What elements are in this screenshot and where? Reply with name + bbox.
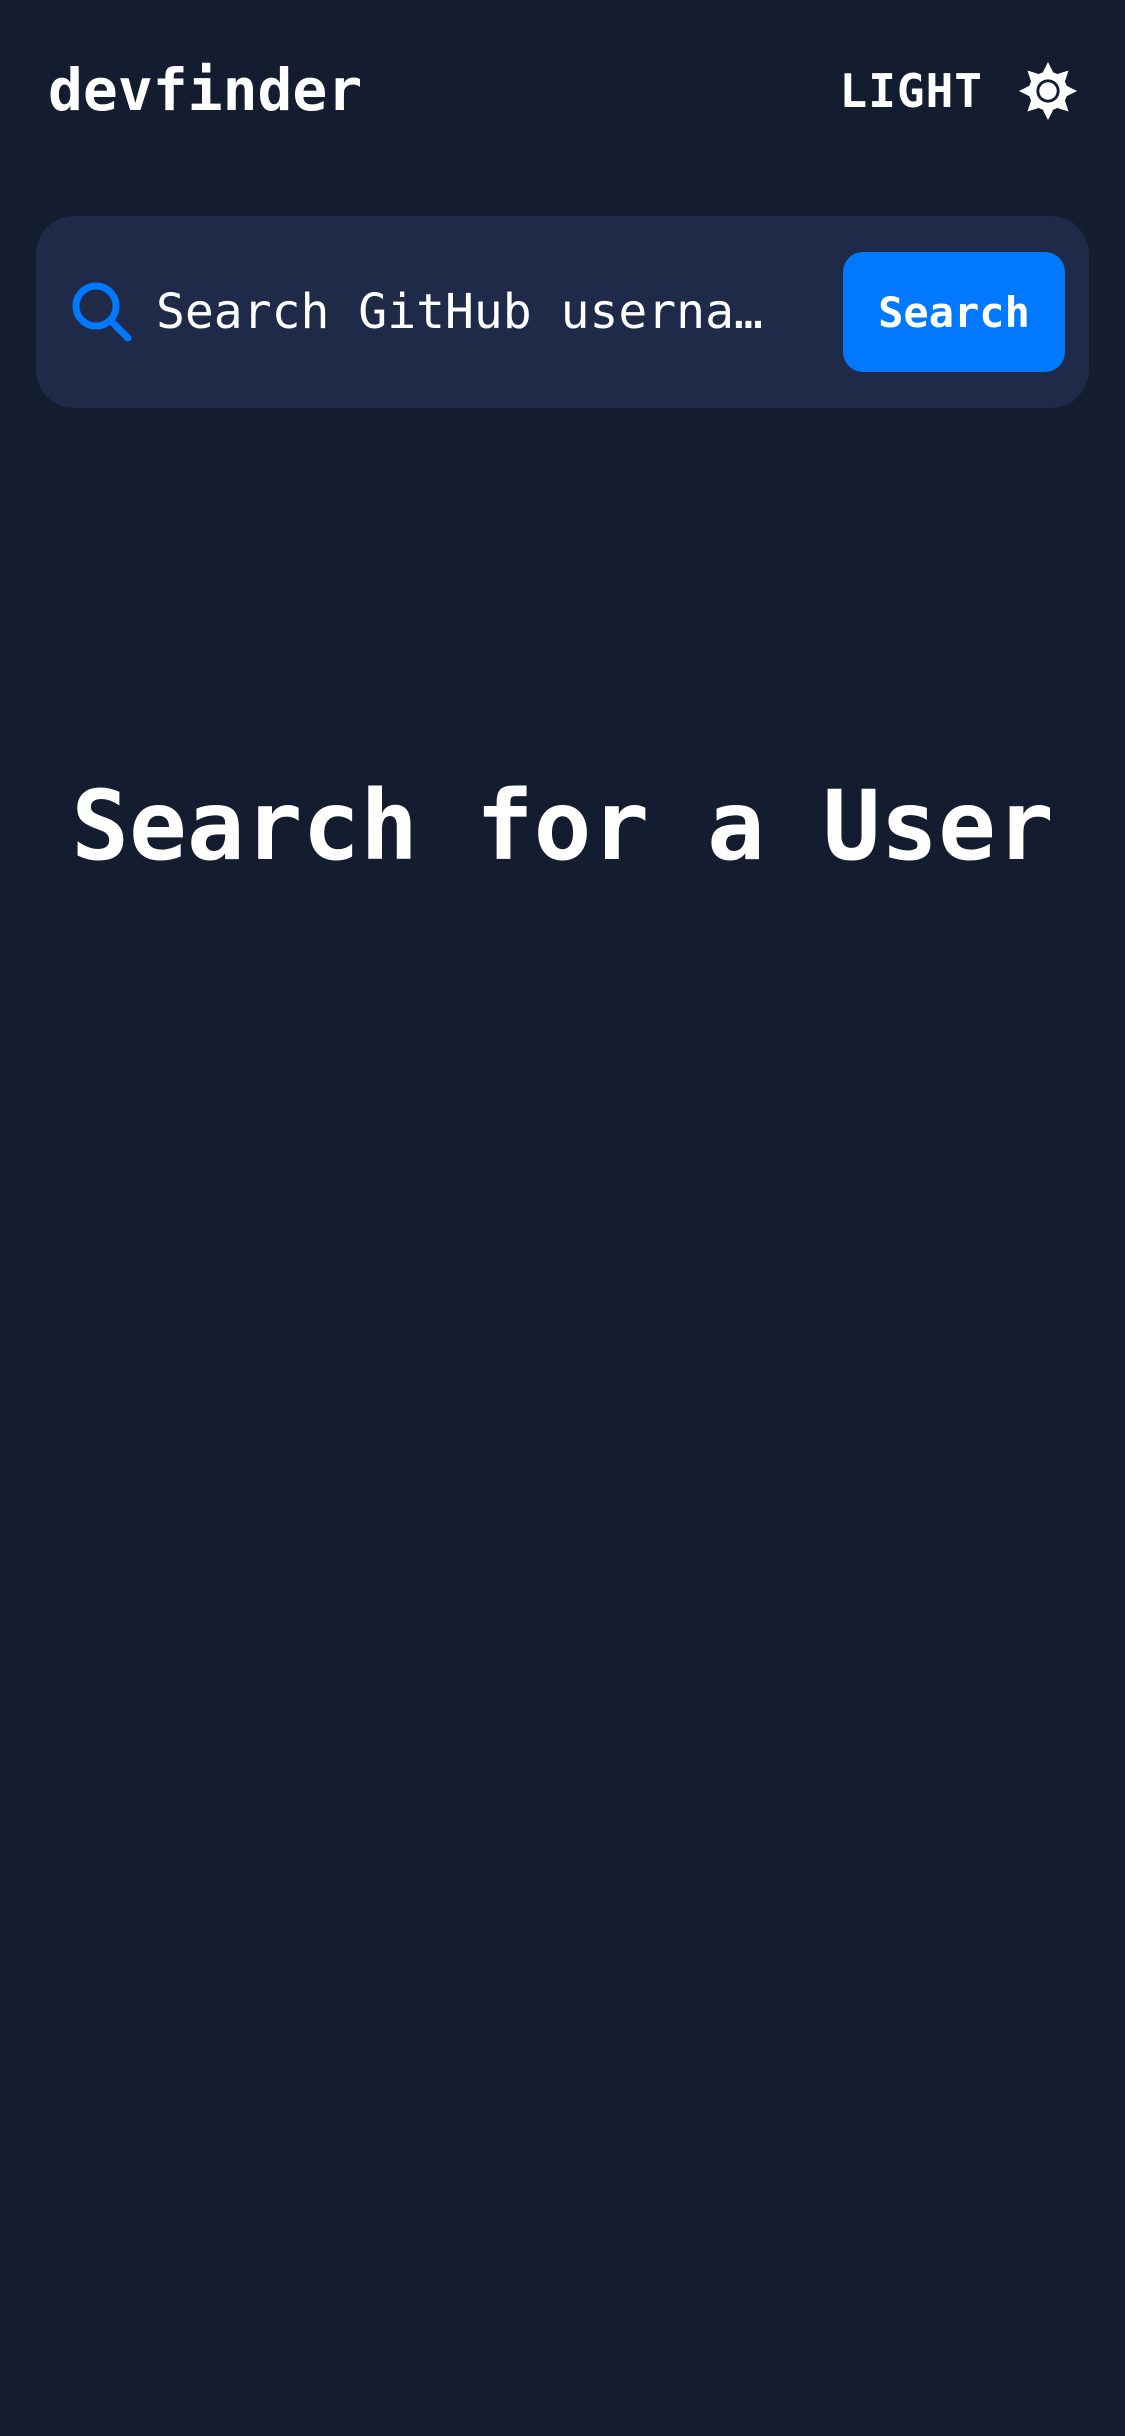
app-logo[interactable]: devfinder	[48, 56, 362, 124]
sun-icon	[1017, 60, 1079, 122]
theme-toggle-button[interactable]: LIGHT	[840, 58, 1079, 124]
search-input[interactable]	[156, 262, 806, 362]
empty-state-message: Search for a User	[71, 770, 1054, 882]
search-bar: Search	[36, 216, 1089, 408]
search-icon	[68, 278, 136, 346]
theme-toggle-label: LIGHT	[839, 64, 983, 118]
app-header: devfinder LIGHT	[0, 0, 1125, 190]
search-button[interactable]: Search	[843, 252, 1065, 372]
